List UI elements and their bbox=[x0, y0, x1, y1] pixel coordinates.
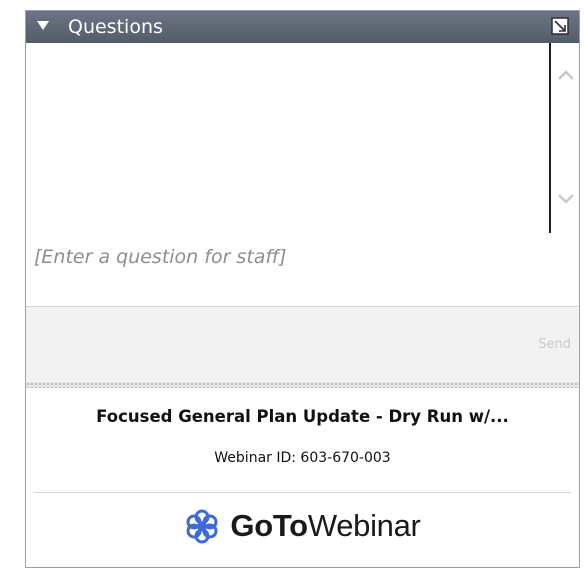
webinar-title: Focused General Plan Update - Dry Run w/… bbox=[96, 407, 509, 426]
brand-webinar: Webinar bbox=[307, 508, 421, 543]
scrollbar-divider bbox=[549, 43, 551, 233]
questions-panel: Questions Send Focused General Plan Upda… bbox=[25, 10, 580, 568]
questions-log bbox=[26, 43, 579, 233]
gotowebinar-flower-icon bbox=[186, 509, 218, 544]
send-bar: Send bbox=[26, 307, 579, 382]
gotowebinar-logo: GoTo Webinar bbox=[26, 504, 579, 548]
questions-header[interactable]: Questions bbox=[26, 11, 579, 43]
webinar-footer: Focused General Plan Update - Dry Run w/… bbox=[26, 388, 579, 567]
popout-icon[interactable] bbox=[551, 17, 569, 35]
footer-divider bbox=[34, 492, 571, 493]
panel-title: Questions bbox=[68, 16, 163, 38]
scroll-up-icon[interactable] bbox=[557, 69, 575, 81]
scroll-down-icon[interactable] bbox=[557, 193, 575, 205]
vertical-scrollbar[interactable] bbox=[549, 43, 579, 233]
triangle-down-icon[interactable] bbox=[37, 21, 49, 30]
webinar-id: Webinar ID: 603-670-003 bbox=[214, 450, 391, 466]
brand-goto: GoTo bbox=[230, 508, 308, 543]
question-input[interactable] bbox=[26, 236, 579, 278]
send-button[interactable]: Send bbox=[538, 337, 571, 352]
